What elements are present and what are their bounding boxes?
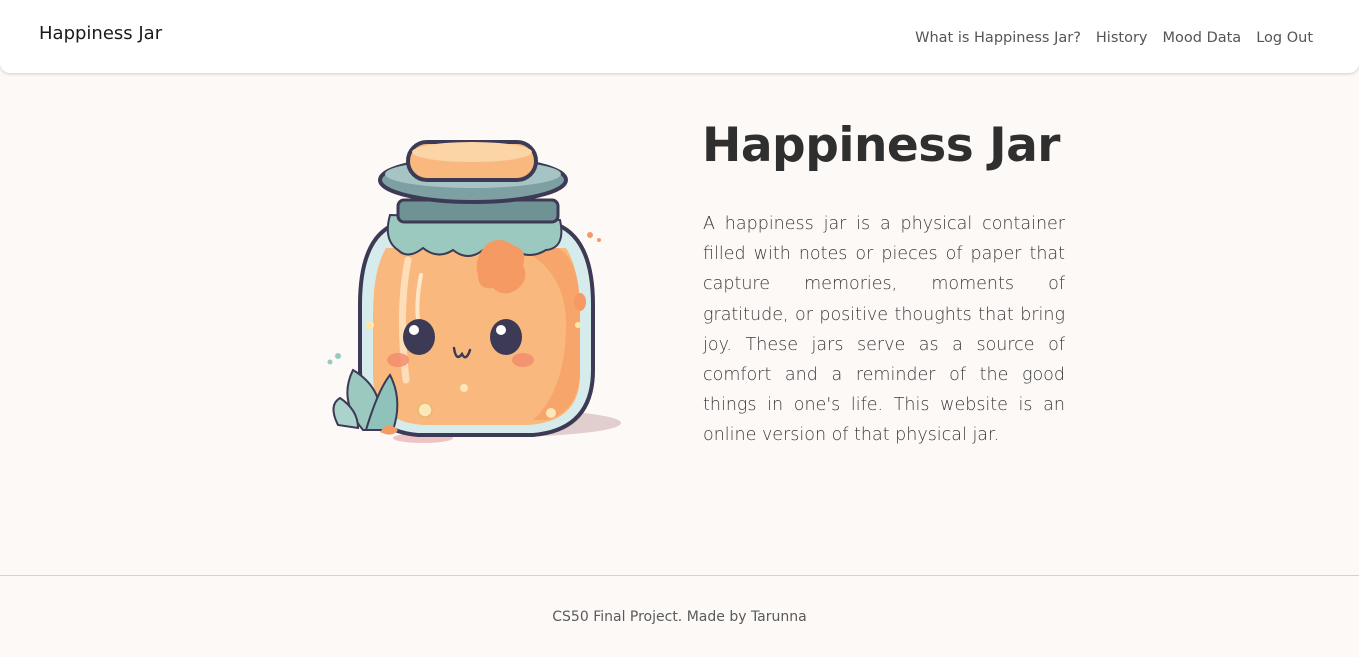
footer-divider (0, 575, 1359, 576)
hero-title: Happiness Jar (702, 118, 1060, 173)
nav-link-history[interactable]: History (1096, 30, 1148, 46)
nav-link-log-out[interactable]: Log Out (1256, 30, 1313, 46)
top-navbar: Happiness Jar What is Happiness Jar? His… (0, 0, 1359, 73)
footer-credit: CS50 Final Project. Made by Tarunna (552, 609, 807, 625)
nav-link-mood-data[interactable]: Mood Data (1163, 30, 1242, 46)
happiness-jar-illustration (318, 130, 628, 460)
brand-link[interactable]: Happiness Jar (39, 23, 162, 44)
nav-links: What is Happiness Jar? History Mood Data… (915, 30, 1313, 46)
hero-description: A happiness jar is a physical container … (703, 214, 1065, 446)
nav-link-what-is[interactable]: What is Happiness Jar? (915, 30, 1081, 46)
